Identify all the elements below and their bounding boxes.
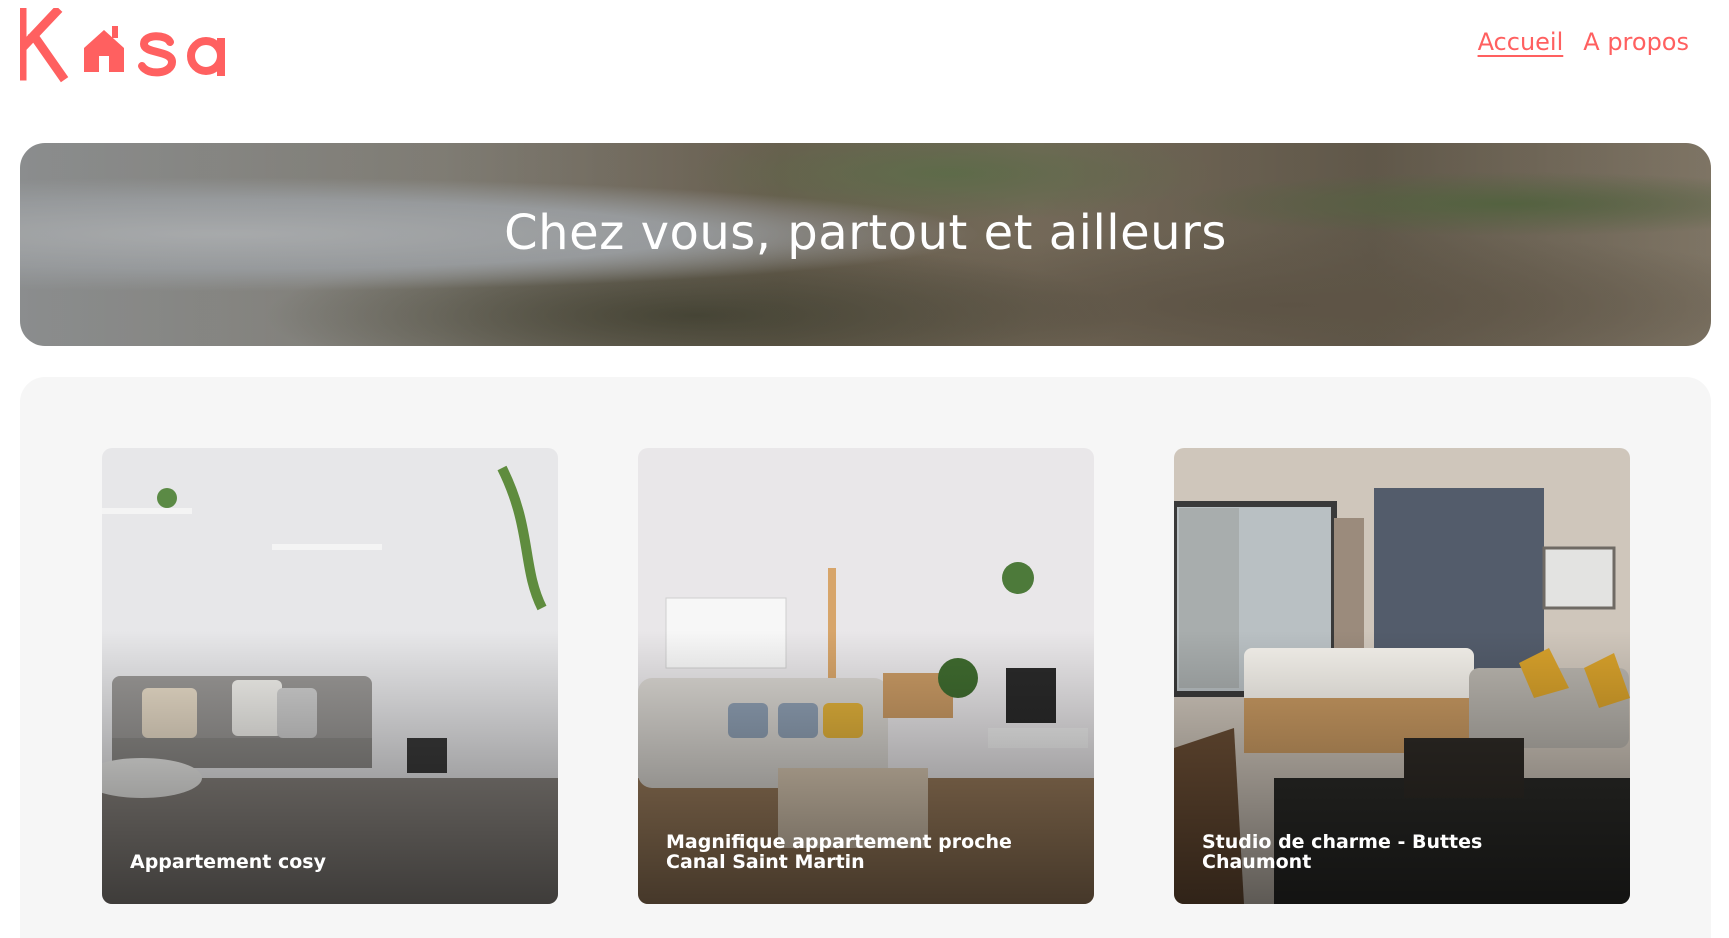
banner-title: Chez vous, partout et ailleurs: [504, 205, 1227, 261]
nav-link-a-propos[interactable]: A propos: [1583, 28, 1689, 56]
nav-link-accueil[interactable]: Accueil: [1478, 28, 1564, 56]
listings-gallery: Appartement cosy Magnifique appartement …: [20, 377, 1711, 938]
hero-banner: Chez vous, partout et ailleurs: [20, 143, 1711, 346]
listing-title: Appartement cosy: [130, 851, 326, 873]
listing-title: Magnifique appartement proche Canal Sain…: [666, 831, 1012, 873]
main-nav: Accueil A propos: [1478, 28, 1689, 56]
listing-card-appartement-cosy[interactable]: Appartement cosy: [102, 448, 558, 904]
site-header: Accueil A propos: [15, 0, 1709, 100]
listing-title: Studio de charme - Buttes Chaumont: [1202, 831, 1483, 873]
listing-card-canal-saint-martin[interactable]: Magnifique appartement proche Canal Sain…: [638, 448, 1094, 904]
listing-card-buttes-chaumont[interactable]: Studio de charme - Buttes Chaumont: [1174, 448, 1630, 904]
kasa-logo[interactable]: [15, 5, 240, 84]
